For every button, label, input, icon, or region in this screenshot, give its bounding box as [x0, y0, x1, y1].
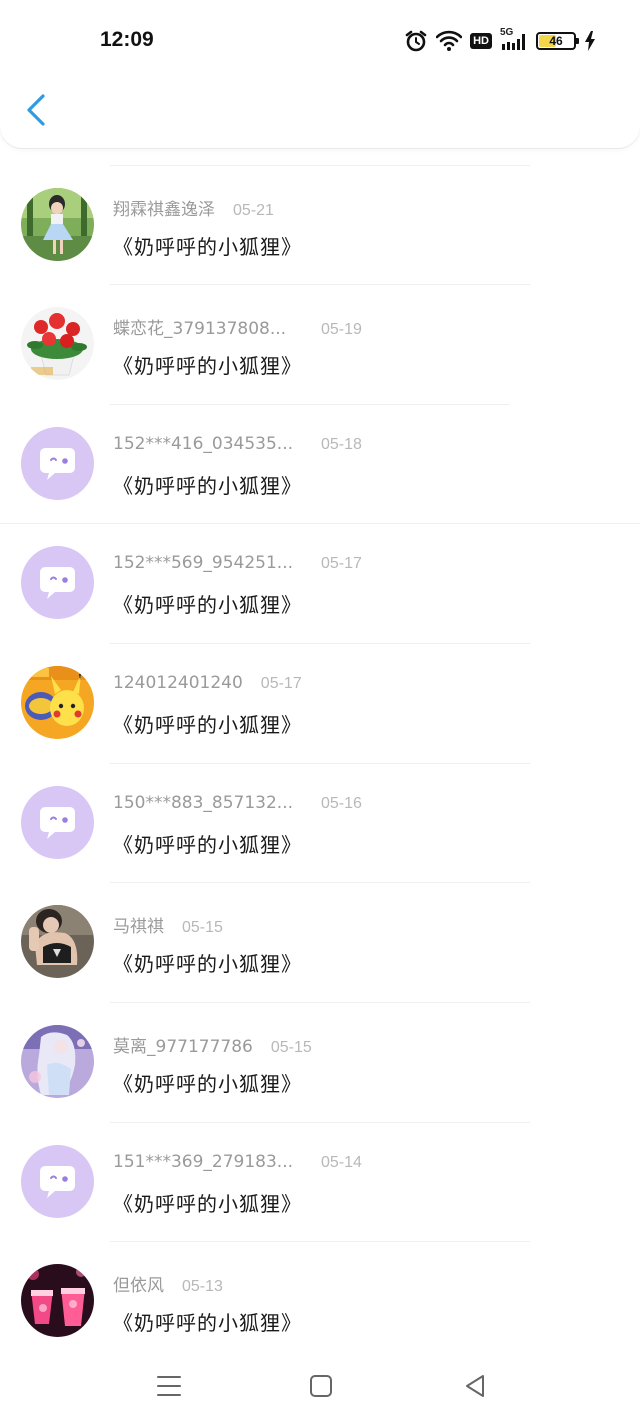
- item-content: 《奶呼呼的小狐狸》: [113, 833, 302, 857]
- list-item[interactable]: 124012401240 05-17 《奶呼呼的小狐狸》: [0, 643, 640, 762]
- user-name: 152***569_954251...: [113, 553, 294, 573]
- item-content: 《奶呼呼的小狐狸》: [113, 235, 302, 259]
- item-date: 05-17: [321, 555, 362, 572]
- avatar[interactable]: [21, 1025, 94, 1098]
- list-item[interactable]: 152***416_034535... 05-18 《奶呼呼的小狐狸》: [0, 404, 640, 523]
- item-content: 《奶呼呼的小狐狸》: [113, 1072, 302, 1096]
- item-date: 05-14: [321, 1154, 362, 1171]
- item-date: 05-19: [321, 321, 362, 338]
- item-meta: 但依风 05-13: [113, 1271, 223, 1296]
- user-name: 翔霖祺鑫逸泽: [113, 200, 215, 220]
- list-item[interactable]: 马祺祺 05-15 《奶呼呼的小狐狸》: [0, 882, 640, 1001]
- avatar[interactable]: [21, 666, 94, 739]
- avatar[interactable]: [21, 307, 94, 380]
- system-back-button[interactable]: [455, 1368, 495, 1408]
- chevron-left-icon: [25, 93, 47, 131]
- battery-icon: 46: [536, 32, 579, 50]
- list-item[interactable]: 151***369_279183... 05-14 《奶呼呼的小狐狸》: [0, 1122, 640, 1241]
- system-nav-bar: [0, 1350, 640, 1422]
- item-meta: 翔霖祺鑫逸泽 05-21: [113, 195, 274, 220]
- avatar[interactable]: [21, 786, 94, 859]
- item-date: 05-21: [233, 202, 274, 219]
- status-icons: HD 5G 46: [404, 26, 596, 56]
- item-meta: 蝶恋花_379137808... 05-19: [113, 314, 362, 339]
- item-content: 《奶呼呼的小狐狸》: [113, 593, 302, 617]
- item-date: 05-17: [260, 675, 302, 692]
- list-item[interactable]: 但依风 05-13 《奶呼呼的小狐狸》: [0, 1241, 640, 1360]
- item-date: 05-15: [182, 919, 223, 936]
- network-type-label: 5G: [500, 27, 514, 38]
- back-button[interactable]: [18, 92, 54, 132]
- user-name: 但依风: [113, 1276, 164, 1296]
- item-date: 05-13: [182, 1278, 223, 1295]
- user-name: 莫离_977177786: [113, 1037, 253, 1057]
- avatar[interactable]: [21, 188, 94, 261]
- item-meta: 124012401240 05-17: [113, 673, 302, 693]
- list-item[interactable]: 莫离_977177786 05-15 《奶呼呼的小狐狸》: [0, 1002, 640, 1121]
- item-date: 05-18: [321, 436, 362, 453]
- item-meta: 莫离_977177786 05-15: [113, 1032, 312, 1057]
- user-name: 151***369_279183...: [113, 1152, 294, 1172]
- wifi-icon: [436, 30, 463, 52]
- item-meta: 马祺祺 05-15: [113, 912, 223, 937]
- avatar[interactable]: [21, 1264, 94, 1337]
- hd-icon: HD: [470, 33, 492, 49]
- user-name: 马祺祺: [113, 917, 164, 937]
- status-time: 12:09: [100, 28, 154, 51]
- item-content: 《奶呼呼的小狐狸》: [113, 354, 302, 378]
- avatar[interactable]: [21, 1145, 94, 1218]
- back-triangle-icon: [463, 1374, 487, 1402]
- status-bar: 12:09 HD 5G 46: [0, 0, 640, 80]
- avatar[interactable]: [21, 905, 94, 978]
- list-item[interactable]: 蝶恋花_379137808... 05-19 《奶呼呼的小狐狸》: [0, 284, 640, 403]
- item-meta: 150***883_857132... 05-16: [113, 793, 362, 813]
- menu-icon: [156, 1375, 182, 1401]
- battery-level: 46: [549, 34, 563, 48]
- user-name: 152***416_034535...: [113, 434, 294, 454]
- top-header: 12:09 HD 5G 46: [0, 0, 640, 148]
- item-meta: 151***369_279183... 05-14: [113, 1152, 362, 1172]
- item-date: 05-15: [270, 1039, 312, 1056]
- user-name: 蝶恋花_379137808...: [113, 319, 287, 339]
- item-content: 《奶呼呼的小狐狸》: [113, 952, 302, 976]
- list-item[interactable]: 翔霖祺鑫逸泽 05-21 《奶呼呼的小狐狸》: [0, 165, 640, 284]
- item-content: 《奶呼呼的小狐狸》: [113, 474, 302, 498]
- signal-icon: 5G: [500, 27, 528, 52]
- alarm-icon: [404, 29, 428, 53]
- home-square-icon: [309, 1374, 333, 1402]
- avatar[interactable]: [21, 546, 94, 619]
- avatar[interactable]: [21, 427, 94, 500]
- item-date: 05-16: [321, 795, 362, 812]
- list-item[interactable]: 150***883_857132... 05-16 《奶呼呼的小狐狸》: [0, 763, 640, 882]
- item-content: 《奶呼呼的小狐狸》: [113, 713, 302, 737]
- user-name: 150***883_857132...: [113, 793, 294, 813]
- item-content: 《奶呼呼的小狐狸》: [113, 1192, 302, 1216]
- item-meta: 152***416_034535... 05-18: [113, 434, 362, 454]
- home-button[interactable]: [301, 1368, 341, 1408]
- item-content: 《奶呼呼的小狐狸》: [113, 1311, 302, 1335]
- charging-icon: [584, 30, 596, 52]
- item-meta: 152***569_954251... 05-17: [113, 553, 362, 573]
- menu-button[interactable]: [149, 1368, 189, 1408]
- user-name: 124012401240: [113, 673, 243, 693]
- list-item[interactable]: 152***569_954251... 05-17 《奶呼呼的小狐狸》: [0, 523, 640, 642]
